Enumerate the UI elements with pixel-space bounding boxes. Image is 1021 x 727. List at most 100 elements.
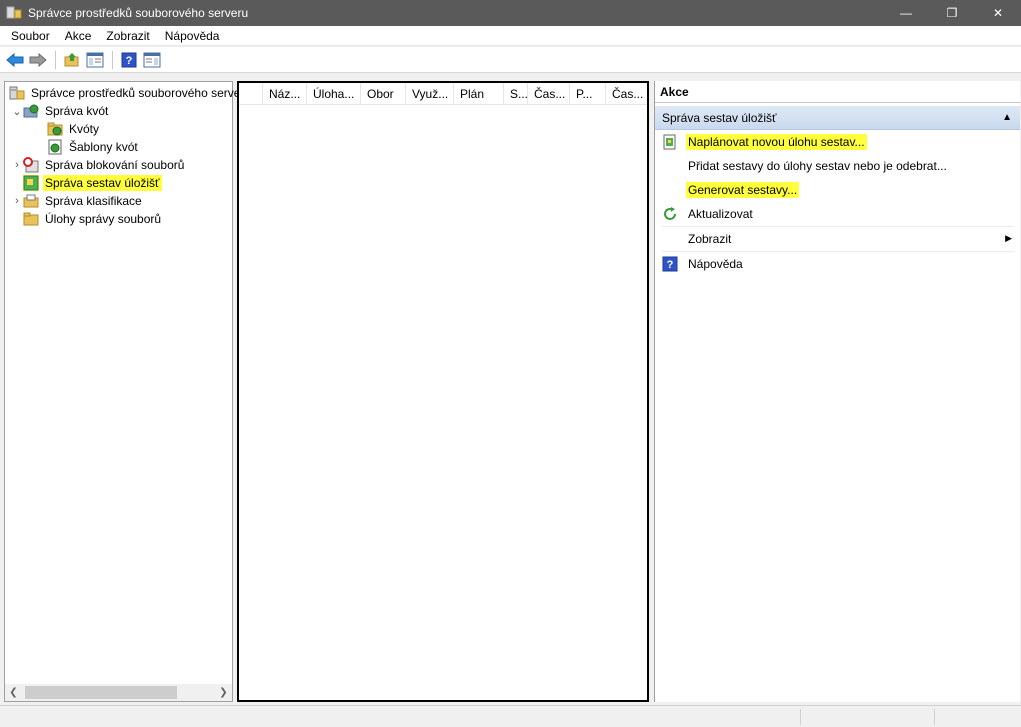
expanded-chevron-icon[interactable]: ⌄ — [11, 102, 23, 120]
action-label: Naplánovat novou úlohu sestav... — [686, 134, 867, 150]
column-header-p[interactable]: P... — [570, 83, 606, 105]
actions-section-label: Správa sestav úložišť — [662, 111, 777, 125]
tree-node-label: Šablony kvót — [69, 140, 138, 154]
toolbar-separator — [112, 50, 113, 69]
tree-node-label: Správa sestav úložišť — [43, 175, 162, 191]
status-bar — [0, 705, 1021, 727]
toolbar-separator — [55, 50, 56, 69]
action-view[interactable]: Zobrazit ▶ — [655, 227, 1020, 251]
empty-icon — [662, 158, 678, 174]
action-help[interactable]: ? Nápověda — [655, 252, 1020, 276]
tree-root-label: Správce prostředků souborového serveru — [31, 86, 252, 100]
forward-arrow-icon — [29, 52, 47, 67]
tree-root[interactable]: Správce prostředků souborového serveru — [9, 84, 253, 102]
quota-template-icon — [47, 139, 63, 155]
menu-bar: Soubor Akce Zobrazit Nápověda — [0, 26, 1021, 46]
help-icon: ? — [121, 52, 137, 67]
file-screen-icon — [23, 157, 39, 173]
file-management-folder-icon — [23, 211, 39, 227]
column-header-schedule[interactable]: Plán — [454, 83, 504, 105]
app-icon — [6, 5, 22, 21]
help-button[interactable]: ? — [118, 49, 140, 71]
menu-akce[interactable]: Akce — [57, 26, 99, 46]
help-icon: ? — [662, 256, 678, 272]
action-label: Zobrazit — [688, 232, 732, 246]
column-header-scope[interactable]: Obor — [361, 83, 406, 105]
actions-pane: Akce Správa sestav úložišť ▲ Naplánovat … — [654, 81, 1020, 702]
collapse-up-icon[interactable]: ▲ — [1002, 106, 1012, 130]
tree-node-sablony-kvot[interactable]: Šablony kvót — [47, 138, 140, 156]
action-add-remove-reports[interactable]: Přidat sestavy do úlohy sestav nebo je o… — [655, 154, 1020, 178]
quota-icon — [47, 121, 63, 137]
scroll-right-icon[interactable]: ❯ — [215, 684, 232, 701]
show-hide-console-tree-button[interactable] — [84, 49, 106, 71]
action-label: Přidat sestavy do úlohy sestav nebo je o… — [688, 159, 947, 173]
list-header: Náz... Úloha... Obor Využ... Plán S... Č… — [239, 83, 647, 105]
horizontal-scrollbar[interactable]: ❮ ❯ — [5, 684, 232, 701]
window-title: Správce prostředků souborového serveru — [28, 6, 249, 20]
actions-section-header[interactable]: Správa sestav úložišť ▲ — [655, 106, 1020, 130]
tree-node-kvoty[interactable]: Kvóty — [47, 120, 101, 138]
actions-title: Akce — [655, 81, 1020, 103]
column-header-status[interactable]: S... — [504, 83, 528, 105]
column-header-usage[interactable]: Využ... — [406, 83, 454, 105]
tree-node-label: Úlohy správy souborů — [45, 212, 162, 226]
collapsed-chevron-icon[interactable]: › — [11, 192, 23, 210]
collapsed-chevron-icon[interactable]: › — [11, 156, 23, 174]
toolbar: ? — [0, 47, 1021, 73]
help-glyph: ? — [667, 259, 674, 271]
up-button[interactable] — [61, 49, 83, 71]
column-header-time-2[interactable]: Čas... — [606, 83, 647, 105]
server-icon — [9, 85, 25, 101]
quota-folder-icon — [23, 103, 39, 119]
back-arrow-icon — [6, 52, 24, 67]
show-hide-action-pane-button[interactable] — [141, 49, 163, 71]
column-header-icon[interactable] — [239, 83, 263, 105]
menu-zobrazit[interactable]: Zobrazit — [98, 26, 156, 46]
action-refresh[interactable]: Aktualizovat — [655, 202, 1020, 226]
action-label: Generovat sestavy... — [686, 182, 800, 198]
status-segment — [934, 709, 935, 725]
submenu-arrow-icon: ▶ — [1005, 233, 1012, 243]
empty-icon — [662, 182, 678, 198]
report-task-icon — [662, 134, 678, 150]
console-tree-icon — [86, 52, 104, 67]
action-label: Nápověda — [688, 257, 743, 271]
results-list-pane: Náz... Úloha... Obor Využ... Plán S... Č… — [237, 81, 649, 702]
column-header-name[interactable]: Náz... — [263, 83, 307, 105]
column-header-time[interactable]: Čas... — [528, 83, 570, 105]
action-pane-icon — [143, 52, 161, 67]
tree-node-label: Kvóty — [69, 122, 100, 136]
tree-node-sprava-blokovani[interactable]: › Správa blokování souborů — [11, 156, 186, 174]
menu-napoveda[interactable]: Nápověda — [157, 26, 227, 46]
scroll-left-icon[interactable]: ❮ — [5, 684, 22, 701]
title-bar: Správce prostředků souborového serveru —… — [0, 0, 1021, 26]
menu-soubor[interactable]: Soubor — [0, 26, 57, 46]
back-button[interactable] — [4, 49, 26, 71]
forward-button[interactable] — [27, 49, 49, 71]
status-segment — [800, 709, 801, 725]
tree-node-sprava-kvot[interactable]: ⌄ Správa kvót — [11, 102, 110, 120]
scrollbar-thumb[interactable] — [25, 686, 177, 699]
close-button[interactable]: ✕ — [975, 0, 1021, 26]
restore-button[interactable]: ❐ — [929, 0, 975, 26]
tree-node-ulohy-spravy[interactable]: Úlohy správy souborů — [11, 210, 163, 228]
classification-icon — [23, 193, 39, 209]
tree-node-sprava-klasifikace[interactable]: › Správa klasifikace — [11, 192, 144, 210]
action-generate-reports[interactable]: Generovat sestavy... — [655, 178, 1020, 202]
storage-report-icon — [23, 175, 39, 191]
column-header-task[interactable]: Úloha... — [307, 83, 361, 105]
empty-icon — [662, 231, 678, 247]
minimize-button[interactable]: — — [883, 0, 929, 26]
tree-node-label: Správa blokování souborů — [45, 158, 185, 172]
action-schedule-report-task[interactable]: Naplánovat novou úlohu sestav... — [655, 130, 1020, 154]
console-tree-pane: Správce prostředků souborového serveru ⌄… — [4, 81, 251, 702]
tree-node-label: Správa klasifikace — [45, 194, 142, 208]
up-folder-icon — [64, 52, 79, 66]
help-glyph: ? — [126, 55, 133, 67]
refresh-icon — [662, 206, 678, 222]
tree-node-sprava-sestav[interactable]: Správa sestav úložišť — [11, 174, 162, 192]
tree-node-label: Správa kvót — [45, 104, 109, 118]
